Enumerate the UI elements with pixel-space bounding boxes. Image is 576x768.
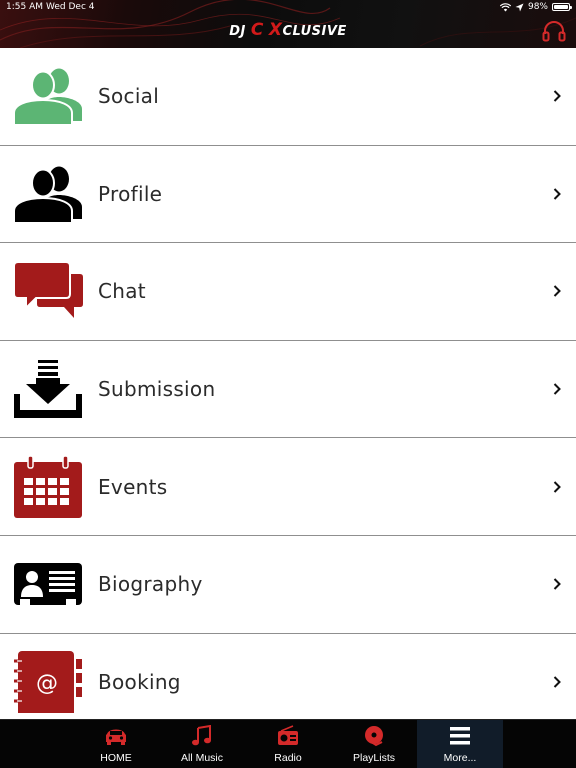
tab-home[interactable]: HOME [73, 720, 159, 768]
playlist-disc-icon [365, 726, 383, 747]
menu-item-social[interactable]: Social [0, 48, 576, 146]
chevron-right-icon [553, 285, 561, 298]
music-note-icon [192, 725, 211, 746]
menu-item-label: Biography [98, 572, 203, 597]
tab-playlists[interactable]: PlayLists [331, 720, 417, 768]
id-card-icon [14, 563, 82, 606]
tab-all-music[interactable]: All Music [159, 720, 245, 768]
location-arrow-icon [515, 3, 524, 11]
tab-label: PlayLists [352, 752, 395, 764]
tab-label: All Music [180, 752, 223, 764]
menu-item-label: Social [98, 84, 160, 109]
battery-percent: 98% [527, 2, 548, 12]
headphones-icon[interactable] [542, 20, 566, 42]
download-tray-icon [14, 360, 82, 419]
more-menu-list: Social Profile Chat Submission Events Bi… [0, 48, 576, 719]
logo-accent-x: X [268, 20, 283, 40]
menu-item-label: Booking [98, 669, 181, 694]
battery-icon [552, 3, 572, 11]
hamburger-menu-icon [450, 727, 470, 745]
chevron-right-icon [553, 90, 561, 103]
menu-item-profile[interactable]: Profile [0, 145, 576, 244]
status-indicators: 98% [499, 0, 572, 14]
tab-radio[interactable]: Radio [245, 720, 331, 768]
calendar-icon [14, 455, 82, 518]
menu-item-chat[interactable]: Chat [0, 243, 576, 341]
logo-prefix: DJ [229, 24, 246, 39]
menu-item-label: Profile [98, 181, 163, 206]
logo-suffix: CLUSIVE [282, 24, 347, 39]
menu-item-label: Events [98, 474, 168, 499]
wifi-icon [499, 2, 511, 11]
menu-item-events[interactable]: Events [0, 438, 576, 536]
at-sign-glyph: @ [36, 671, 58, 696]
chevron-right-icon [553, 188, 561, 200]
menu-item-label: Chat [98, 279, 146, 304]
chevron-right-icon [553, 676, 561, 688]
battery-fill [554, 5, 568, 9]
app-header: 1:55 AM Wed Dec 4 98% DJ C XCLUSIVE [0, 0, 576, 48]
status-bar: 1:55 AM Wed Dec 4 98% [0, 0, 576, 14]
status-time: 1:55 AM [6, 2, 43, 12]
radio-icon [278, 725, 298, 745]
chevron-right-icon [553, 480, 561, 493]
tab-label: HOME [100, 752, 132, 764]
logo-accent-c: C [250, 20, 264, 40]
profile-people-icon [14, 166, 82, 224]
chevron-right-icon [553, 383, 561, 395]
menu-item-booking[interactable]: @ Booking [0, 633, 576, 719]
bottom-tab-bar: HOME All Music Radio PlayLists More... [0, 719, 576, 768]
menu-item-biography[interactable]: Biography [0, 535, 576, 634]
menu-item-label: Submission [98, 377, 216, 402]
tab-more[interactable]: More... [417, 720, 503, 768]
chevron-right-icon [553, 578, 561, 590]
status-date: Wed Dec 4 [46, 2, 95, 12]
menu-item-submission[interactable]: Submission [0, 340, 576, 439]
app-logo: DJ C XCLUSIVE [0, 20, 576, 40]
address-book-icon: @ [14, 650, 82, 713]
social-people-icon [14, 68, 82, 127]
car-icon [106, 729, 126, 745]
tab-label: Radio [274, 752, 302, 764]
tab-label: More... [443, 752, 477, 764]
chat-bubbles-icon [14, 261, 83, 319]
